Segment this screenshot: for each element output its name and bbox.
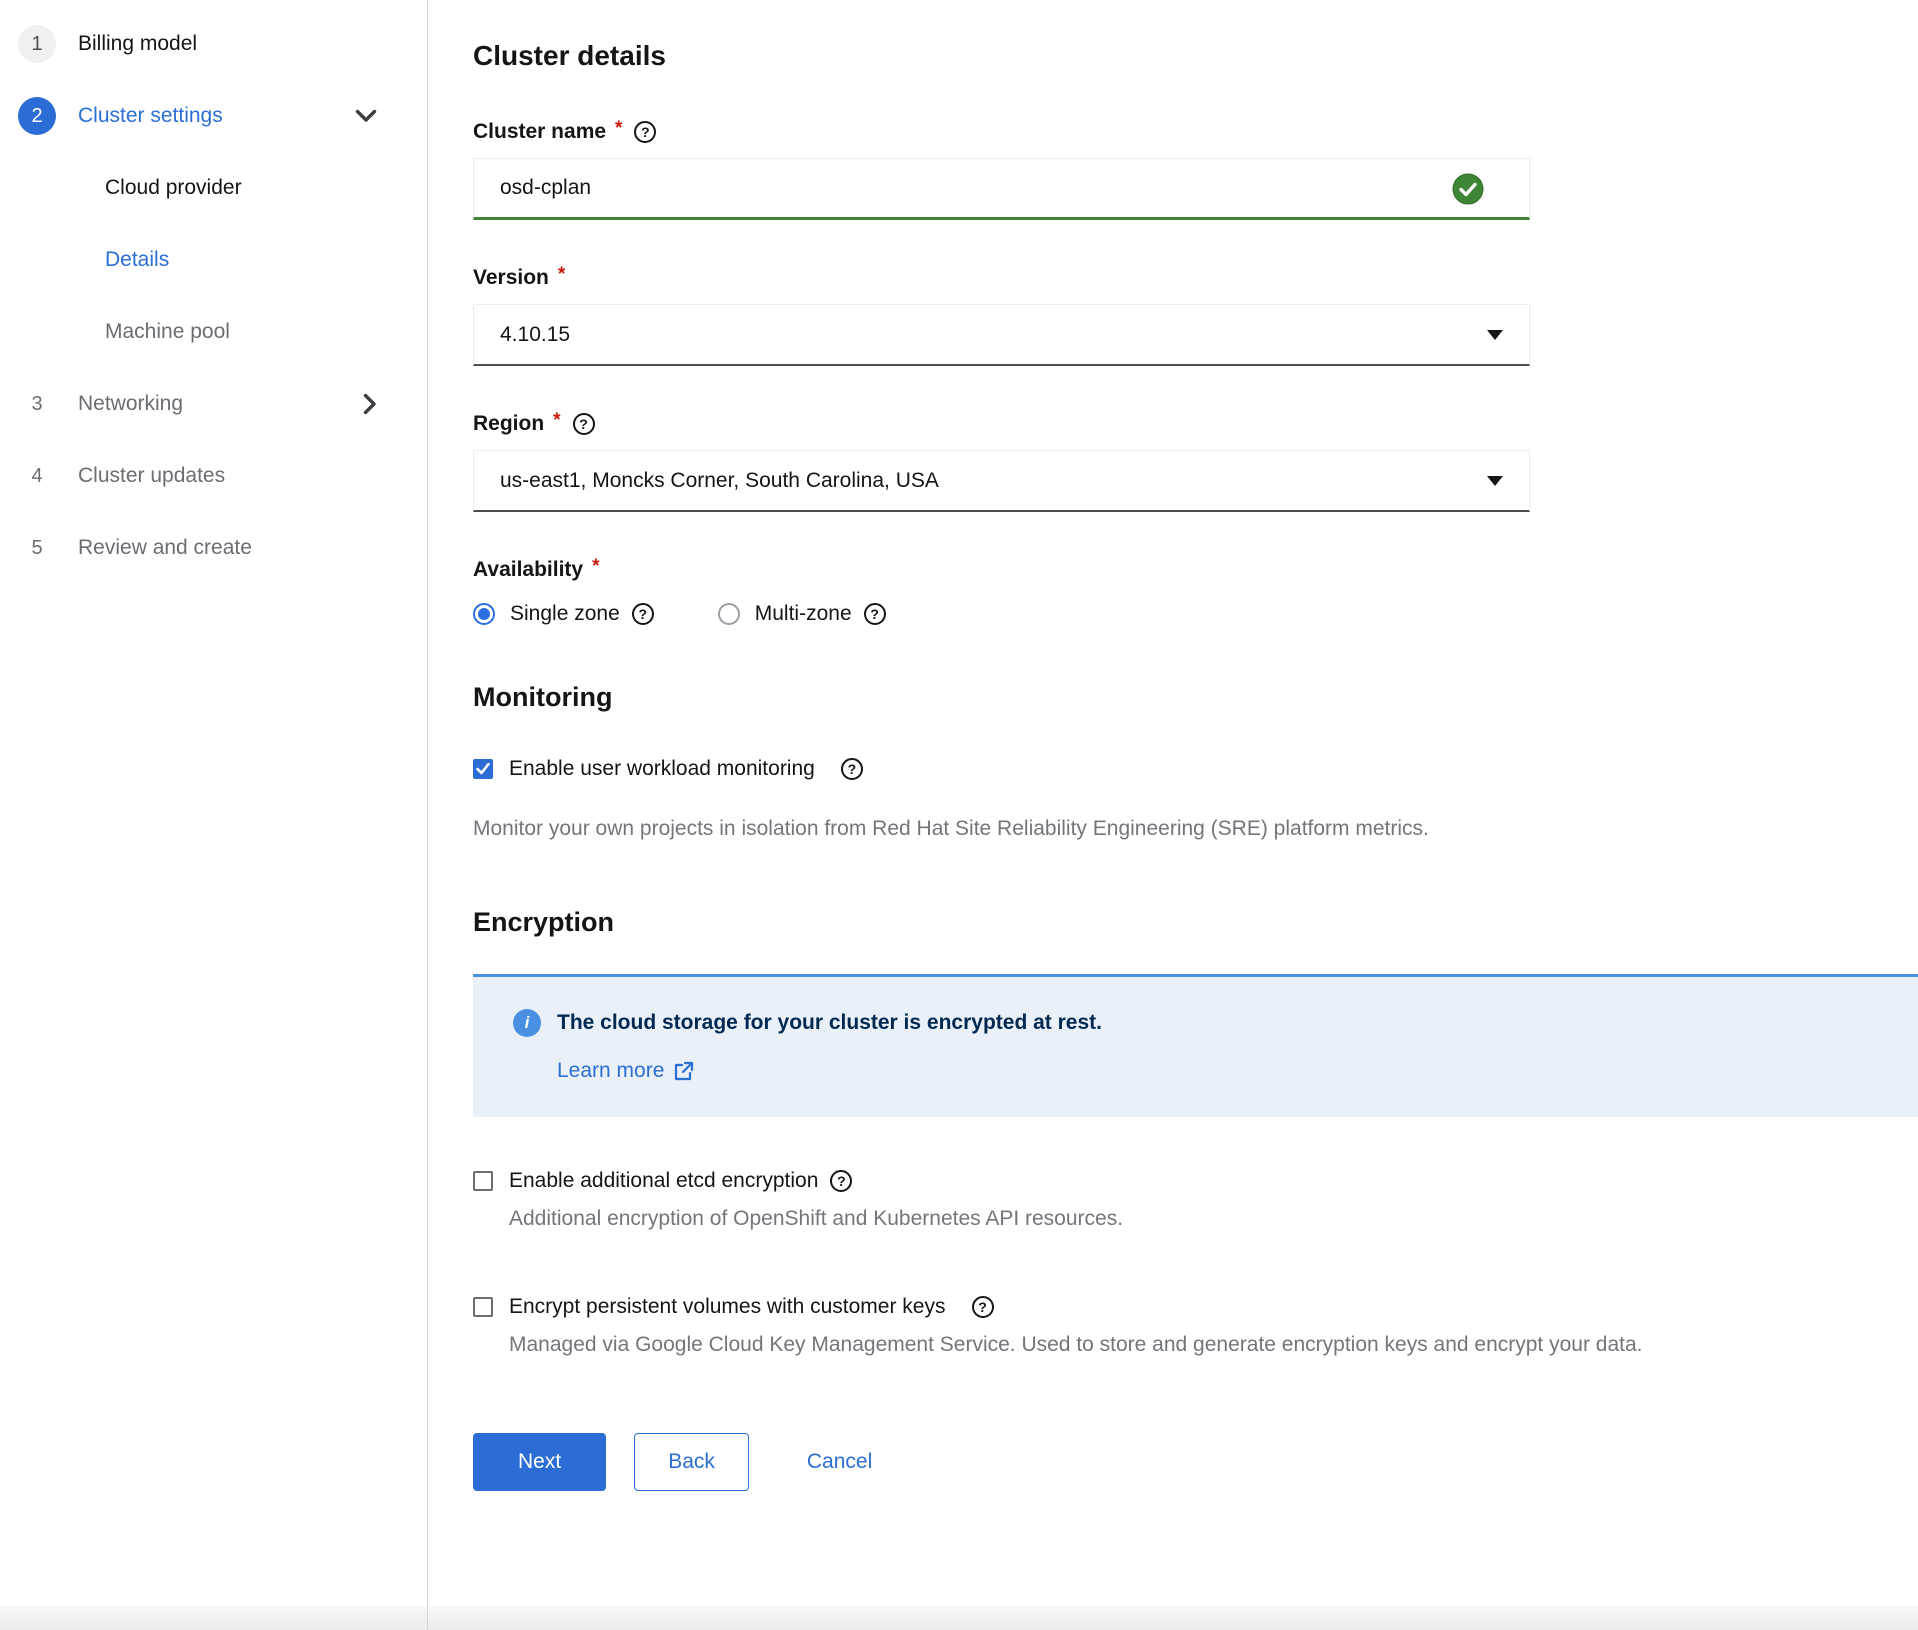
- radio-unselected-icon: [718, 603, 740, 625]
- step-number-badge: 2: [18, 97, 56, 135]
- workload-monitoring-checkbox[interactable]: [473, 759, 493, 779]
- single-zone-help-icon[interactable]: ?: [632, 603, 654, 625]
- nav-step-billing-model[interactable]: 1 Billing model: [0, 8, 427, 80]
- etcd-encryption-label: Enable additional etcd encryption: [509, 1169, 818, 1193]
- workload-monitoring-help-icon[interactable]: ?: [841, 758, 863, 780]
- required-asterisk: *: [592, 556, 599, 578]
- wizard-nav: 1 Billing model 2 Cluster settings Cloud…: [0, 0, 427, 1630]
- nav-step-cluster-settings[interactable]: 2 Cluster settings: [0, 80, 427, 152]
- multi-zone-help-icon[interactable]: ?: [864, 603, 886, 625]
- etcd-encryption-row: Enable additional etcd encryption ?: [473, 1169, 1918, 1193]
- region-select[interactable]: us-east1, Moncks Corner, South Carolina,…: [473, 450, 1530, 512]
- next-button[interactable]: Next: [473, 1433, 606, 1491]
- pv-encryption-checkbox[interactable]: [473, 1297, 493, 1317]
- step-number-badge: 4: [18, 457, 56, 495]
- field-label-text: Region: [473, 412, 544, 436]
- learn-more-link[interactable]: Learn more: [557, 1059, 694, 1083]
- cluster-details-form: Cluster details Cluster name * ? Version…: [427, 0, 1918, 1630]
- required-asterisk: *: [615, 118, 622, 140]
- monitoring-description: Monitor your own projects in isolation f…: [473, 817, 1918, 841]
- caret-down-icon: [1487, 476, 1503, 486]
- alert-title: The cloud storage for your cluster is en…: [557, 1011, 1102, 1035]
- step-number-badge: 3: [18, 385, 56, 423]
- caret-down-icon: [1487, 330, 1503, 340]
- pv-encryption-help-icon[interactable]: ?: [972, 1296, 994, 1318]
- required-asterisk: *: [558, 264, 565, 286]
- info-alert: i The cloud storage for your cluster is …: [473, 974, 1918, 1117]
- availability-radio-group: Single zone ? Multi-zone ?: [473, 602, 1918, 626]
- valid-check-icon: [1452, 173, 1484, 210]
- field-label-text: Cluster name: [473, 120, 606, 144]
- cluster-name-label: Cluster name * ?: [473, 120, 1918, 144]
- radio-label: Single zone: [510, 602, 620, 626]
- encryption-heading: Encryption: [473, 907, 1918, 938]
- nav-step-label: Networking: [78, 392, 183, 416]
- nav-step-label: Review and create: [78, 536, 252, 560]
- cluster-name-input[interactable]: [473, 158, 1530, 220]
- radio-selected-icon: [473, 603, 495, 625]
- nav-substep-label: Details: [105, 248, 169, 272]
- nav-step-label: Billing model: [78, 32, 197, 56]
- version-select[interactable]: 4.10.15: [473, 304, 1530, 366]
- etcd-encryption-description: Additional encryption of OpenShift and K…: [509, 1207, 1918, 1231]
- chevron-down-icon: [355, 109, 377, 123]
- pv-encryption-row: Encrypt persistent volumes with customer…: [473, 1295, 1918, 1319]
- availability-label: Availability *: [473, 558, 1918, 582]
- nav-step-review-and-create[interactable]: 5 Review and create: [0, 512, 427, 584]
- back-button[interactable]: Back: [634, 1433, 749, 1491]
- etcd-encryption-help-icon[interactable]: ?: [830, 1170, 852, 1192]
- region-label: Region * ?: [473, 412, 1918, 436]
- monitoring-heading: Monitoring: [473, 682, 1918, 713]
- sidebar-divider: [427, 0, 428, 1630]
- version-select-value: 4.10.15: [500, 323, 570, 347]
- nav-substep-cloud-provider[interactable]: Cloud provider: [0, 152, 427, 224]
- wizard-footer: Next Back Cancel: [473, 1433, 1918, 1491]
- nav-step-label: Cluster updates: [78, 464, 225, 488]
- footer-strip: [0, 1606, 1918, 1630]
- field-label-text: Version: [473, 266, 549, 290]
- cancel-button[interactable]: Cancel: [807, 1450, 872, 1474]
- step-number-badge: 1: [18, 25, 56, 63]
- nav-step-cluster-updates[interactable]: 4 Cluster updates: [0, 440, 427, 512]
- nav-step-networking[interactable]: 3 Networking: [0, 368, 427, 440]
- chevron-right-icon: [363, 393, 377, 415]
- required-asterisk: *: [553, 410, 560, 432]
- cluster-name-help-icon[interactable]: ?: [634, 121, 656, 143]
- pv-encryption-label: Encrypt persistent volumes with customer…: [509, 1295, 946, 1319]
- nav-substep-details[interactable]: Details: [0, 224, 427, 296]
- info-icon: i: [513, 1009, 541, 1037]
- nav-substep-machine-pool[interactable]: Machine pool: [0, 296, 427, 368]
- wizard-page: 1 Billing model 2 Cluster settings Cloud…: [0, 0, 1918, 1630]
- etcd-encryption-checkbox[interactable]: [473, 1171, 493, 1191]
- nav-substep-label: Cloud provider: [105, 176, 242, 200]
- pv-encryption-description: Managed via Google Cloud Key Management …: [509, 1333, 1918, 1357]
- region-help-icon[interactable]: ?: [573, 413, 595, 435]
- step-number-badge: 5: [18, 529, 56, 567]
- workload-monitoring-row: Enable user workload monitoring ?: [473, 757, 1918, 781]
- region-select-value: us-east1, Moncks Corner, South Carolina,…: [500, 469, 939, 493]
- field-label-text: Availability: [473, 558, 583, 582]
- radio-multi-zone[interactable]: Multi-zone ?: [718, 602, 886, 626]
- external-link-icon: [673, 1061, 694, 1082]
- workload-monitoring-label: Enable user workload monitoring: [509, 757, 815, 781]
- nav-substep-label: Machine pool: [105, 320, 230, 344]
- radio-label: Multi-zone: [755, 602, 852, 626]
- page-title: Cluster details: [473, 40, 1918, 72]
- cluster-name-field: [473, 158, 1530, 220]
- version-label: Version *: [473, 266, 1918, 290]
- learn-more-label: Learn more: [557, 1059, 664, 1083]
- nav-step-label: Cluster settings: [78, 104, 223, 128]
- radio-single-zone[interactable]: Single zone ?: [473, 602, 654, 626]
